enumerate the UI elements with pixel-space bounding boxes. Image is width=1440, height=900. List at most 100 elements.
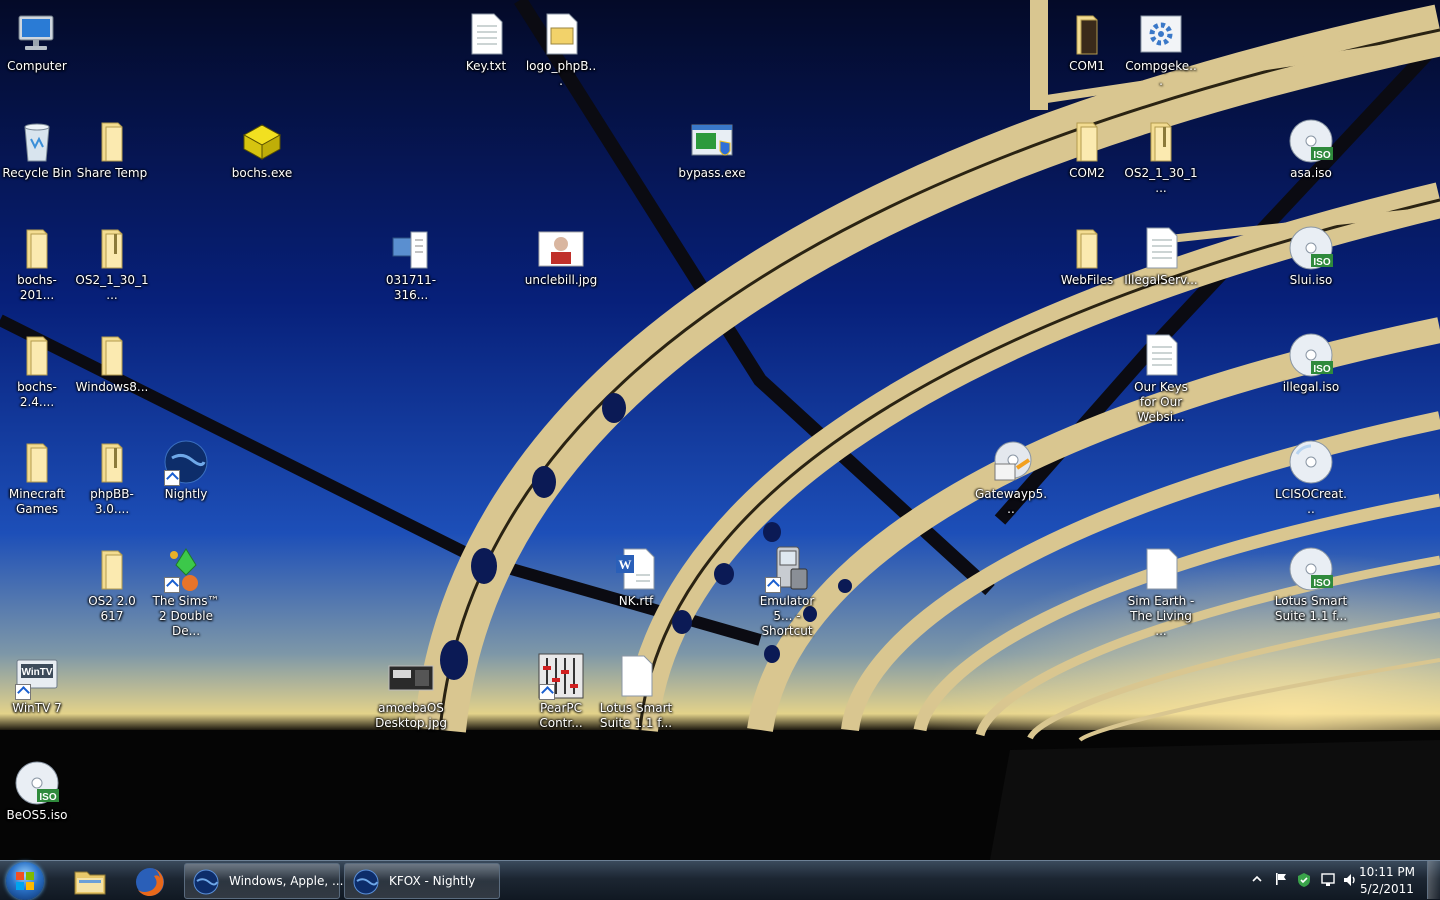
folder-icon	[13, 331, 61, 379]
desktop-icon-folder[interactable]: Share Temp	[75, 109, 149, 181]
icon-label: Nightly	[164, 487, 208, 501]
desktop-icon-compgeke[interactable]: Compgeke...	[1124, 2, 1198, 89]
svg-text:ISO: ISO	[1313, 150, 1330, 161]
icon-label: Share Temp	[76, 166, 148, 180]
desktop-icon-zip-folder[interactable]: OS2_1_30_1...	[1124, 109, 1198, 196]
desktop-icon-disc[interactable]: LCISOCreat...	[1274, 430, 1348, 517]
icon-label: Lotus Smart Suite 1.1 f...	[1274, 594, 1348, 623]
desktop-icon-file[interactable]: Sim Earth - The Living ...	[1124, 537, 1198, 639]
flag-icon	[1276, 873, 1286, 885]
firefox-icon	[136, 868, 164, 896]
zip-folder-icon	[1137, 117, 1185, 165]
blank-file-icon	[1137, 545, 1185, 593]
desktop-icon-folder[interactable]: bochs-2.4....	[0, 323, 74, 410]
icon-label: asa.iso	[1290, 166, 1332, 180]
desktop-icon-iso[interactable]: ISO illegal.iso	[1274, 323, 1348, 395]
clock-date[interactable]: 5/2/2011	[1356, 882, 1418, 896]
folder-icon	[13, 438, 61, 486]
desktop-icon-folder[interactable]: WebFiles	[1050, 216, 1124, 288]
desktop-icon-image[interactable]: logo_phpB...	[524, 2, 598, 89]
icon-label: OS2 2.0 617	[88, 594, 136, 623]
image-file-icon	[537, 10, 585, 58]
action-center-icon[interactable]	[1274, 872, 1288, 889]
desktop-icon-sims[interactable]: The Sims™ 2 Double De...	[149, 537, 223, 639]
phone-emulator-icon	[763, 545, 811, 593]
desktop-icon-folder[interactable]: bochs-201...	[0, 216, 74, 303]
svg-text:ISO: ISO	[1313, 364, 1330, 375]
desktop-icon-folder[interactable]: COM1	[1050, 2, 1124, 74]
svg-text:WinTV: WinTV	[21, 667, 52, 678]
desktop-icon-text-file[interactable]: Key.txt	[449, 2, 523, 74]
desktop-icon-text-file[interactable]: Our Keys for Our Websi...	[1124, 323, 1198, 425]
show-hidden-icons-button[interactable]	[1252, 873, 1262, 887]
desktop-icon-zip-folder[interactable]: phpBB-3.0....	[75, 430, 149, 517]
security-tray-icon[interactable]	[1296, 872, 1312, 891]
desktop-icon-bochs[interactable]: bochs.exe	[225, 109, 299, 181]
folder-icon	[88, 117, 136, 165]
icon-label: Slui.iso	[1289, 273, 1333, 287]
shortcut-arrow-icon	[164, 470, 180, 486]
show-desktop-button[interactable]	[1427, 861, 1440, 899]
image-file-icon	[537, 224, 585, 272]
notification-area: 10:11 PM 5/2/2011	[1230, 861, 1440, 899]
nightly-globe-icon	[193, 869, 219, 895]
desktop-icon-wintv[interactable]: WinTV WinTV 7	[0, 644, 74, 716]
pinned-firefox-button[interactable]	[124, 863, 176, 899]
taskbar-window-button[interactable]: Windows, Apple, ...	[184, 863, 344, 899]
desktop-icon-word-doc[interactable]: W NK.rtf	[599, 537, 673, 609]
icon-label: PearPC Contr...	[539, 701, 583, 730]
desktop-icon-installer[interactable]: Gatewayp5...	[974, 430, 1048, 517]
desktop-icon-folder[interactable]: COM2	[1050, 109, 1124, 181]
icon-label: logo_phpB...	[525, 59, 597, 88]
network-tray-icon[interactable]	[1320, 872, 1336, 891]
icon-label: Windows8...	[75, 380, 149, 394]
desktop-icon-document[interactable]: 031711-316...	[374, 216, 448, 303]
start-button[interactable]	[6, 862, 44, 900]
desktop-icon-nightly[interactable]: Nightly	[149, 430, 223, 502]
desktop-icon-file[interactable]: Lotus Smart Suite 1.1 f...	[599, 644, 673, 731]
text-file-icon	[1137, 331, 1185, 379]
desktop-icon-iso[interactable]: ISO Slui.iso	[1274, 216, 1348, 288]
icon-label: Our Keys for Our Websi...	[1134, 380, 1188, 424]
image-file-icon	[387, 652, 435, 700]
icon-label: bochs-2.4....	[17, 380, 57, 409]
desktop-icon-recycle-bin[interactable]: Recycle Bin	[0, 109, 74, 181]
desktop-icon-emulator[interactable]: Emulator 5... - Shortcut	[750, 537, 824, 639]
shortcut-arrow-icon	[15, 684, 31, 700]
zip-folder-icon	[88, 438, 136, 486]
desktop-icon-iso[interactable]: ISO asa.iso	[1274, 109, 1348, 181]
icon-label: COM1	[1069, 59, 1105, 73]
icon-label: Key.txt	[465, 59, 507, 73]
taskbar-window-title: Windows, Apple, ...	[229, 874, 344, 888]
clock-time[interactable]: 10:11 PM	[1356, 865, 1418, 879]
desktop-icon-zip-folder[interactable]: OS2_1_30_1...	[75, 216, 149, 303]
desktop-icon-image[interactable]: amoebaOS Desktop.jpg	[374, 644, 448, 731]
taskbar-window-button[interactable]: KFOX - Nightly	[344, 863, 500, 899]
desktop-icon-computer[interactable]: Computer	[0, 2, 74, 74]
desktop-icon-folder[interactable]: Minecraft Games	[0, 430, 74, 517]
disc-image-icon: ISO	[1287, 545, 1335, 593]
desktop-icon-text-file[interactable]: IllegalServ...	[1124, 216, 1198, 288]
taskbar: Windows, Apple, ... KFOX - Nightly 10:11…	[0, 860, 1440, 900]
icon-label: Minecraft Games	[8, 487, 66, 516]
desktop-icon-folder[interactable]: Windows8...	[75, 323, 149, 395]
cd-installer-icon	[987, 438, 1035, 486]
bochs-icon	[238, 117, 286, 165]
word-document-icon: W	[612, 545, 660, 593]
desktop-icon-iso[interactable]: ISO Lotus Smart Suite 1.1 f...	[1274, 537, 1348, 624]
desktop-icon-exe[interactable]: bypass.exe	[675, 109, 749, 181]
pinned-explorer-button[interactable]	[64, 863, 116, 899]
desktop-icon-pearpc[interactable]: PearPC Contr...	[524, 644, 598, 731]
icon-label: OS2_1_30_1...	[75, 273, 149, 302]
desktop-icon-image[interactable]: unclebill.jpg	[524, 216, 598, 288]
shield-check-icon	[1298, 873, 1310, 887]
disc-image-icon: ISO	[13, 759, 61, 807]
icon-label: unclebill.jpg	[524, 273, 598, 287]
icon-label: amoebaOS Desktop.jpg	[375, 701, 447, 730]
computer-document-icon	[387, 224, 435, 272]
desktop-icon-iso[interactable]: ISO BeOS5.iso	[0, 751, 74, 823]
icon-label: 031711-316...	[385, 273, 437, 302]
desktop-icon-folder[interactable]: OS2 2.0 617	[75, 537, 149, 624]
icon-label: Emulator 5... - Shortcut	[759, 594, 815, 638]
mixer-icon	[537, 652, 585, 700]
